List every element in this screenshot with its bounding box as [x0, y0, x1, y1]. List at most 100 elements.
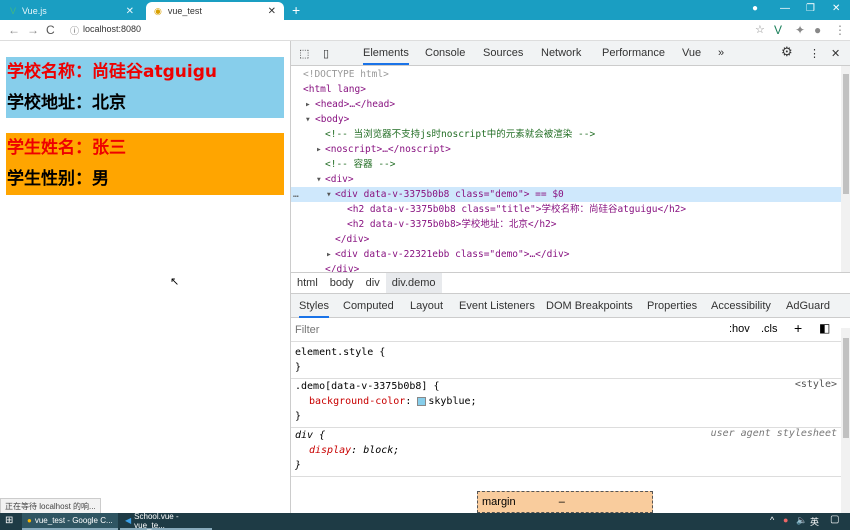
- tree-comment[interactable]: <!-- 当浏览器不支持js时noscript中的元素就会被渲染 -->: [291, 127, 841, 142]
- more-tabs-button[interactable]: »: [718, 47, 724, 59]
- color-swatch[interactable]: [417, 396, 427, 406]
- margin-value[interactable]: –: [559, 496, 565, 508]
- inspect-icon[interactable]: ⬚: [299, 47, 309, 60]
- reload-icon[interactable]: C: [46, 23, 55, 37]
- volume-icon[interactable]: 🔈: [796, 515, 807, 526]
- tree-scrollbar[interactable]: [841, 66, 850, 272]
- tab-dom-breakpoints[interactable]: DOM Breakpoints: [546, 300, 633, 312]
- tab-elements[interactable]: Elements: [363, 47, 409, 65]
- tree-node[interactable]: ▸ <noscript>…</noscript>: [291, 142, 841, 157]
- tree-node[interactable]: <html lang>: [291, 82, 841, 97]
- tray-app-icon[interactable]: ●: [783, 515, 788, 525]
- mouse-cursor-icon: ↖: [170, 276, 180, 288]
- student-gender: 学生性别：男: [7, 169, 109, 189]
- input-language[interactable]: 英: [810, 515, 819, 528]
- property-value[interactable]: skyblue;: [428, 396, 476, 407]
- hov-button[interactable]: :hov: [729, 323, 750, 335]
- tree-comment[interactable]: <!-- 容器 -->: [291, 157, 841, 172]
- tree-node-selected[interactable]: … ▾ <div data-v-3375b0b8 class="demo"> == …: [291, 187, 841, 202]
- address-bar: ← → C ⓘ localhost:8080 ☆ V ✦ ● ⋮: [0, 20, 850, 41]
- tab-adguard[interactable]: AdGuard: [786, 300, 830, 312]
- styles-scrollbar[interactable]: [841, 328, 850, 513]
- back-icon[interactable]: ←: [8, 23, 20, 37]
- rule-source-link[interactable]: <style>: [795, 379, 837, 390]
- tree-node[interactable]: <!DOCTYPE html>: [291, 67, 841, 82]
- filter-input[interactable]: [295, 322, 715, 338]
- school-name: 学校名称：尚硅谷atguigu: [7, 62, 217, 82]
- new-tab-button[interactable]: +: [292, 2, 300, 18]
- tree-node[interactable]: <h2 data-v-3375b0b8 class="title">学校名称：尚…: [291, 202, 841, 217]
- notification-icon[interactable]: ▢: [830, 514, 839, 525]
- tree-node-text: <noscript>…</noscript>: [325, 144, 451, 155]
- chrome-icon: ●: [27, 516, 32, 525]
- tab-title: vue_test: [167, 6, 202, 16]
- profile-icon[interactable]: ●: [814, 23, 821, 37]
- tree-node[interactable]: <h2 data-v-3375b0b8>学校地址：北京</h2>: [291, 217, 841, 232]
- tree-node[interactable]: </div>: [291, 232, 841, 247]
- devtools-panel: ⬚ ▯ Elements Console Sources Network Per…: [290, 41, 850, 513]
- student-component: 学生姓名：张三 学生性别：男: [6, 133, 284, 195]
- record-icon[interactable]: ●: [752, 3, 758, 14]
- settings-gear-icon[interactable]: ⚙: [781, 44, 793, 60]
- tab-properties[interactable]: Properties: [647, 300, 697, 312]
- vue-icon: V: [10, 6, 17, 16]
- tab-vue[interactable]: Vue: [682, 47, 701, 59]
- tab-computed[interactable]: Computed: [343, 300, 394, 312]
- rule-close: }: [295, 411, 302, 422]
- taskbar-chrome[interactable]: ● vue_test - Google C...: [22, 513, 118, 530]
- extensions-icon[interactable]: ✦: [795, 23, 805, 37]
- rule-declaration: display: block;: [309, 445, 400, 456]
- property-name[interactable]: background-color: [309, 396, 405, 407]
- rule-selector[interactable]: .demo[data-v-3375b0b8] {: [295, 379, 837, 394]
- tab-performance[interactable]: Performance: [602, 47, 665, 59]
- tab-event-listeners[interactable]: Event Listeners: [459, 300, 535, 312]
- menu-icon[interactable]: ⋮: [834, 23, 846, 37]
- property-name: display: [309, 445, 352, 456]
- tree-node[interactable]: ▾ <body>: [291, 112, 841, 127]
- minimize-button[interactable]: —: [780, 3, 790, 14]
- cls-button[interactable]: .cls: [761, 323, 778, 335]
- tab-vuejs[interactable]: V Vue.js ✕: [2, 2, 142, 20]
- bookmark-star-icon[interactable]: ☆: [755, 23, 765, 36]
- tree-node[interactable]: </div>: [291, 262, 841, 272]
- tab-network[interactable]: Network: [541, 47, 581, 59]
- toggle-sidebar-icon[interactable]: ◧: [819, 321, 830, 335]
- breadcrumb-html[interactable]: html: [291, 273, 324, 293]
- taskbar-item-label: vue_test - Google C...: [34, 516, 113, 525]
- breadcrumb-body[interactable]: body: [324, 273, 360, 293]
- styles-tabs: Styles Computed Layout Event Listeners D…: [291, 294, 850, 318]
- close-devtools-icon[interactable]: ✕: [831, 47, 840, 60]
- breadcrumb-div-demo[interactable]: div.demo: [385, 273, 442, 293]
- close-window-button[interactable]: ✕: [832, 3, 840, 14]
- rule-selector[interactable]: element.style {: [295, 345, 837, 360]
- url-input[interactable]: localhost:8080: [83, 24, 141, 34]
- tree-node[interactable]: ▸ <div data-v-22321ebb class="demo">…</di…: [291, 247, 841, 262]
- add-rule-icon[interactable]: +: [794, 320, 802, 336]
- taskbar-vscode[interactable]: ◀ School.vue - vue_te...: [120, 512, 212, 530]
- tab-layout[interactable]: Layout: [410, 300, 443, 312]
- tree-node[interactable]: ▸ <head>…</head>: [291, 97, 841, 112]
- close-tab-icon[interactable]: ✕: [268, 6, 276, 17]
- rule-declaration[interactable]: background-color: skyblue;: [295, 394, 837, 409]
- rule-element-style: element.style { }: [291, 342, 841, 379]
- breadcrumb-div[interactable]: div: [360, 273, 386, 293]
- extension-v-icon[interactable]: V: [774, 23, 782, 37]
- tree-node[interactable]: ▾ <div>: [291, 172, 841, 187]
- device-toggle-icon[interactable]: ▯: [323, 47, 329, 60]
- devtools-toolbar: ⬚ ▯ Elements Console Sources Network Per…: [291, 41, 850, 66]
- tray-chevron-icon[interactable]: ^: [770, 515, 774, 525]
- rule-close: }: [295, 460, 302, 471]
- box-model-margin: margin –: [477, 491, 653, 513]
- windows-start-icon[interactable]: ⊞: [5, 515, 13, 526]
- forward-icon[interactable]: →: [27, 23, 39, 37]
- restore-button[interactable]: ❐: [806, 3, 815, 14]
- tab-accessibility[interactable]: Accessibility: [711, 300, 771, 312]
- page-content: 学校名称：尚硅谷atguigu 学校地址：北京 学生姓名：张三 学生性别：男 ↖: [0, 41, 290, 513]
- tab-vue-test[interactable]: ◉ vue_test ✕: [146, 2, 284, 20]
- tab-console[interactable]: Console: [425, 47, 465, 59]
- more-options-icon[interactable]: ⋮: [809, 47, 820, 60]
- tab-styles[interactable]: Styles: [299, 300, 329, 318]
- margin-label: margin: [482, 496, 516, 508]
- close-tab-icon[interactable]: ✕: [126, 6, 134, 17]
- tab-sources[interactable]: Sources: [483, 47, 523, 59]
